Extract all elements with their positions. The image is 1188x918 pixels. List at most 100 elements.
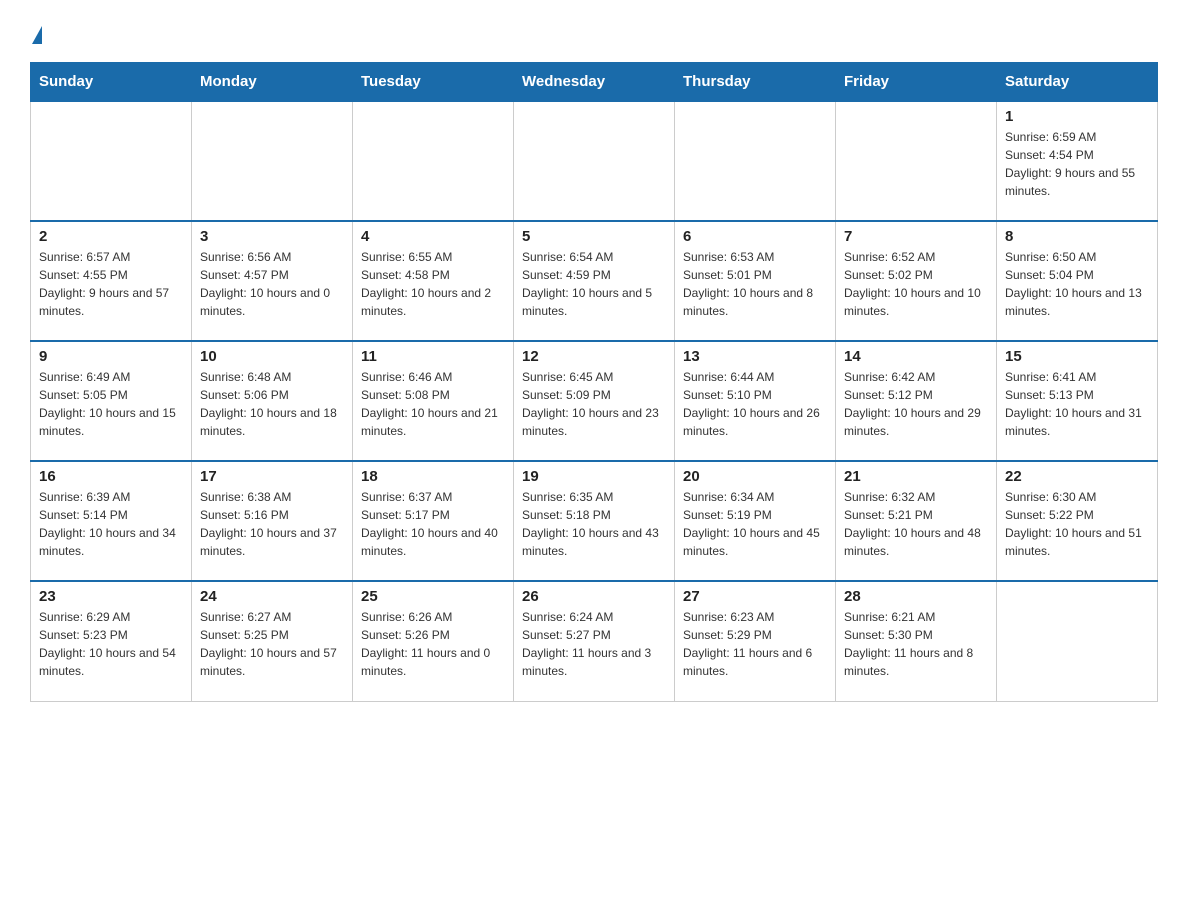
day-number: 13 [683,348,827,365]
day-info: Sunrise: 6:56 AM Sunset: 4:57 PM Dayligh… [200,248,344,320]
week-row-1: 1 Sunrise: 6:59 AM Sunset: 4:54 PM Daylig… [31,101,1158,221]
day-info: Sunrise: 6:38 AM Sunset: 5:16 PM Dayligh… [200,488,344,560]
day-number: 12 [522,348,666,365]
day-info: Sunrise: 6:21 AM Sunset: 5:30 PM Dayligh… [844,608,988,680]
day-info: Sunrise: 6:34 AM Sunset: 5:19 PM Dayligh… [683,488,827,560]
day-number: 9 [39,348,183,365]
week-row-4: 16 Sunrise: 6:39 AM Sunset: 5:14 PM Dayli… [31,461,1158,581]
column-header-wednesday: Wednesday [514,63,675,102]
logo [30,20,42,44]
day-number: 10 [200,348,344,365]
day-info: Sunrise: 6:52 AM Sunset: 5:02 PM Dayligh… [844,248,988,320]
day-info: Sunrise: 6:24 AM Sunset: 5:27 PM Dayligh… [522,608,666,680]
day-number: 28 [844,588,988,605]
calendar-cell: 2 Sunrise: 6:57 AM Sunset: 4:55 PM Daylig… [31,221,192,341]
calendar-cell: 4 Sunrise: 6:55 AM Sunset: 4:58 PM Daylig… [353,221,514,341]
day-info: Sunrise: 6:32 AM Sunset: 5:21 PM Dayligh… [844,488,988,560]
calendar-cell [353,101,514,221]
day-number: 17 [200,468,344,485]
day-number: 23 [39,588,183,605]
calendar-cell: 24 Sunrise: 6:27 AM Sunset: 5:25 PM Dayli… [192,581,353,701]
day-number: 25 [361,588,505,605]
day-number: 3 [200,228,344,245]
day-info: Sunrise: 6:57 AM Sunset: 4:55 PM Dayligh… [39,248,183,320]
day-number: 18 [361,468,505,485]
calendar-header-row: SundayMondayTuesdayWednesdayThursdayFrid… [31,63,1158,102]
day-info: Sunrise: 6:48 AM Sunset: 5:06 PM Dayligh… [200,368,344,440]
day-number: 1 [1005,108,1149,125]
calendar-cell: 17 Sunrise: 6:38 AM Sunset: 5:16 PM Dayli… [192,461,353,581]
calendar-table: SundayMondayTuesdayWednesdayThursdayFrid… [30,62,1158,702]
column-header-friday: Friday [836,63,997,102]
week-row-3: 9 Sunrise: 6:49 AM Sunset: 5:05 PM Daylig… [31,341,1158,461]
day-info: Sunrise: 6:30 AM Sunset: 5:22 PM Dayligh… [1005,488,1149,560]
day-number: 8 [1005,228,1149,245]
column-header-tuesday: Tuesday [353,63,514,102]
calendar-cell: 8 Sunrise: 6:50 AM Sunset: 5:04 PM Daylig… [997,221,1158,341]
day-number: 27 [683,588,827,605]
day-number: 6 [683,228,827,245]
day-number: 2 [39,228,183,245]
day-info: Sunrise: 6:29 AM Sunset: 5:23 PM Dayligh… [39,608,183,680]
calendar-cell: 10 Sunrise: 6:48 AM Sunset: 5:06 PM Dayli… [192,341,353,461]
calendar-cell: 22 Sunrise: 6:30 AM Sunset: 5:22 PM Dayli… [997,461,1158,581]
day-number: 15 [1005,348,1149,365]
day-info: Sunrise: 6:26 AM Sunset: 5:26 PM Dayligh… [361,608,505,680]
column-header-monday: Monday [192,63,353,102]
calendar-cell: 28 Sunrise: 6:21 AM Sunset: 5:30 PM Dayli… [836,581,997,701]
calendar-cell: 3 Sunrise: 6:56 AM Sunset: 4:57 PM Daylig… [192,221,353,341]
day-info: Sunrise: 6:49 AM Sunset: 5:05 PM Dayligh… [39,368,183,440]
day-info: Sunrise: 6:44 AM Sunset: 5:10 PM Dayligh… [683,368,827,440]
calendar-cell: 26 Sunrise: 6:24 AM Sunset: 5:27 PM Dayli… [514,581,675,701]
calendar-cell: 11 Sunrise: 6:46 AM Sunset: 5:08 PM Dayli… [353,341,514,461]
day-number: 22 [1005,468,1149,485]
calendar-cell: 20Sunrise: 6:34 AM Sunset: 5:19 PM Dayli… [675,461,836,581]
calendar-cell: 18 Sunrise: 6:37 AM Sunset: 5:17 PM Dayli… [353,461,514,581]
column-header-sunday: Sunday [31,63,192,102]
day-number: 24 [200,588,344,605]
column-header-saturday: Saturday [997,63,1158,102]
calendar-cell: 14Sunrise: 6:42 AM Sunset: 5:12 PM Dayli… [836,341,997,461]
calendar-cell: 7Sunrise: 6:52 AM Sunset: 5:02 PM Daylig… [836,221,997,341]
calendar-cell: 23 Sunrise: 6:29 AM Sunset: 5:23 PM Dayli… [31,581,192,701]
day-info: Sunrise: 6:27 AM Sunset: 5:25 PM Dayligh… [200,608,344,680]
day-info: Sunrise: 6:59 AM Sunset: 4:54 PM Dayligh… [1005,128,1149,200]
calendar-cell: 13 Sunrise: 6:44 AM Sunset: 5:10 PM Dayli… [675,341,836,461]
calendar-cell [997,581,1158,701]
logo-triangle-icon [32,26,42,44]
day-info: Sunrise: 6:41 AM Sunset: 5:13 PM Dayligh… [1005,368,1149,440]
day-number: 26 [522,588,666,605]
calendar-cell: 25 Sunrise: 6:26 AM Sunset: 5:26 PM Dayli… [353,581,514,701]
page-header [30,20,1158,44]
day-info: Sunrise: 6:46 AM Sunset: 5:08 PM Dayligh… [361,368,505,440]
calendar-cell: 1 Sunrise: 6:59 AM Sunset: 4:54 PM Daylig… [997,101,1158,221]
day-info: Sunrise: 6:53 AM Sunset: 5:01 PM Dayligh… [683,248,827,320]
day-number: 11 [361,348,505,365]
calendar-cell: 21 Sunrise: 6:32 AM Sunset: 5:21 PM Dayli… [836,461,997,581]
day-info: Sunrise: 6:37 AM Sunset: 5:17 PM Dayligh… [361,488,505,560]
calendar-cell: 12 Sunrise: 6:45 AM Sunset: 5:09 PM Dayli… [514,341,675,461]
day-info: Sunrise: 6:23 AM Sunset: 5:29 PM Dayligh… [683,608,827,680]
day-info: Sunrise: 6:54 AM Sunset: 4:59 PM Dayligh… [522,248,666,320]
day-number: 4 [361,228,505,245]
calendar-cell [675,101,836,221]
day-info: Sunrise: 6:35 AM Sunset: 5:18 PM Dayligh… [522,488,666,560]
calendar-cell [514,101,675,221]
day-number: 5 [522,228,666,245]
calendar-cell: 9 Sunrise: 6:49 AM Sunset: 5:05 PM Daylig… [31,341,192,461]
column-header-thursday: Thursday [675,63,836,102]
calendar-cell [836,101,997,221]
day-number: 16 [39,468,183,485]
day-info: Sunrise: 6:55 AM Sunset: 4:58 PM Dayligh… [361,248,505,320]
week-row-2: 2 Sunrise: 6:57 AM Sunset: 4:55 PM Daylig… [31,221,1158,341]
calendar-cell: 16 Sunrise: 6:39 AM Sunset: 5:14 PM Dayli… [31,461,192,581]
calendar-cell: 27 Sunrise: 6:23 AM Sunset: 5:29 PM Dayli… [675,581,836,701]
day-info: Sunrise: 6:50 AM Sunset: 5:04 PM Dayligh… [1005,248,1149,320]
day-info: Sunrise: 6:42 AM Sunset: 5:12 PM Dayligh… [844,368,988,440]
day-info: Sunrise: 6:45 AM Sunset: 5:09 PM Dayligh… [522,368,666,440]
calendar-cell [192,101,353,221]
calendar-cell: 6 Sunrise: 6:53 AM Sunset: 5:01 PM Daylig… [675,221,836,341]
day-info: Sunrise: 6:39 AM Sunset: 5:14 PM Dayligh… [39,488,183,560]
day-number: 21 [844,468,988,485]
calendar-cell: 19Sunrise: 6:35 AM Sunset: 5:18 PM Dayli… [514,461,675,581]
